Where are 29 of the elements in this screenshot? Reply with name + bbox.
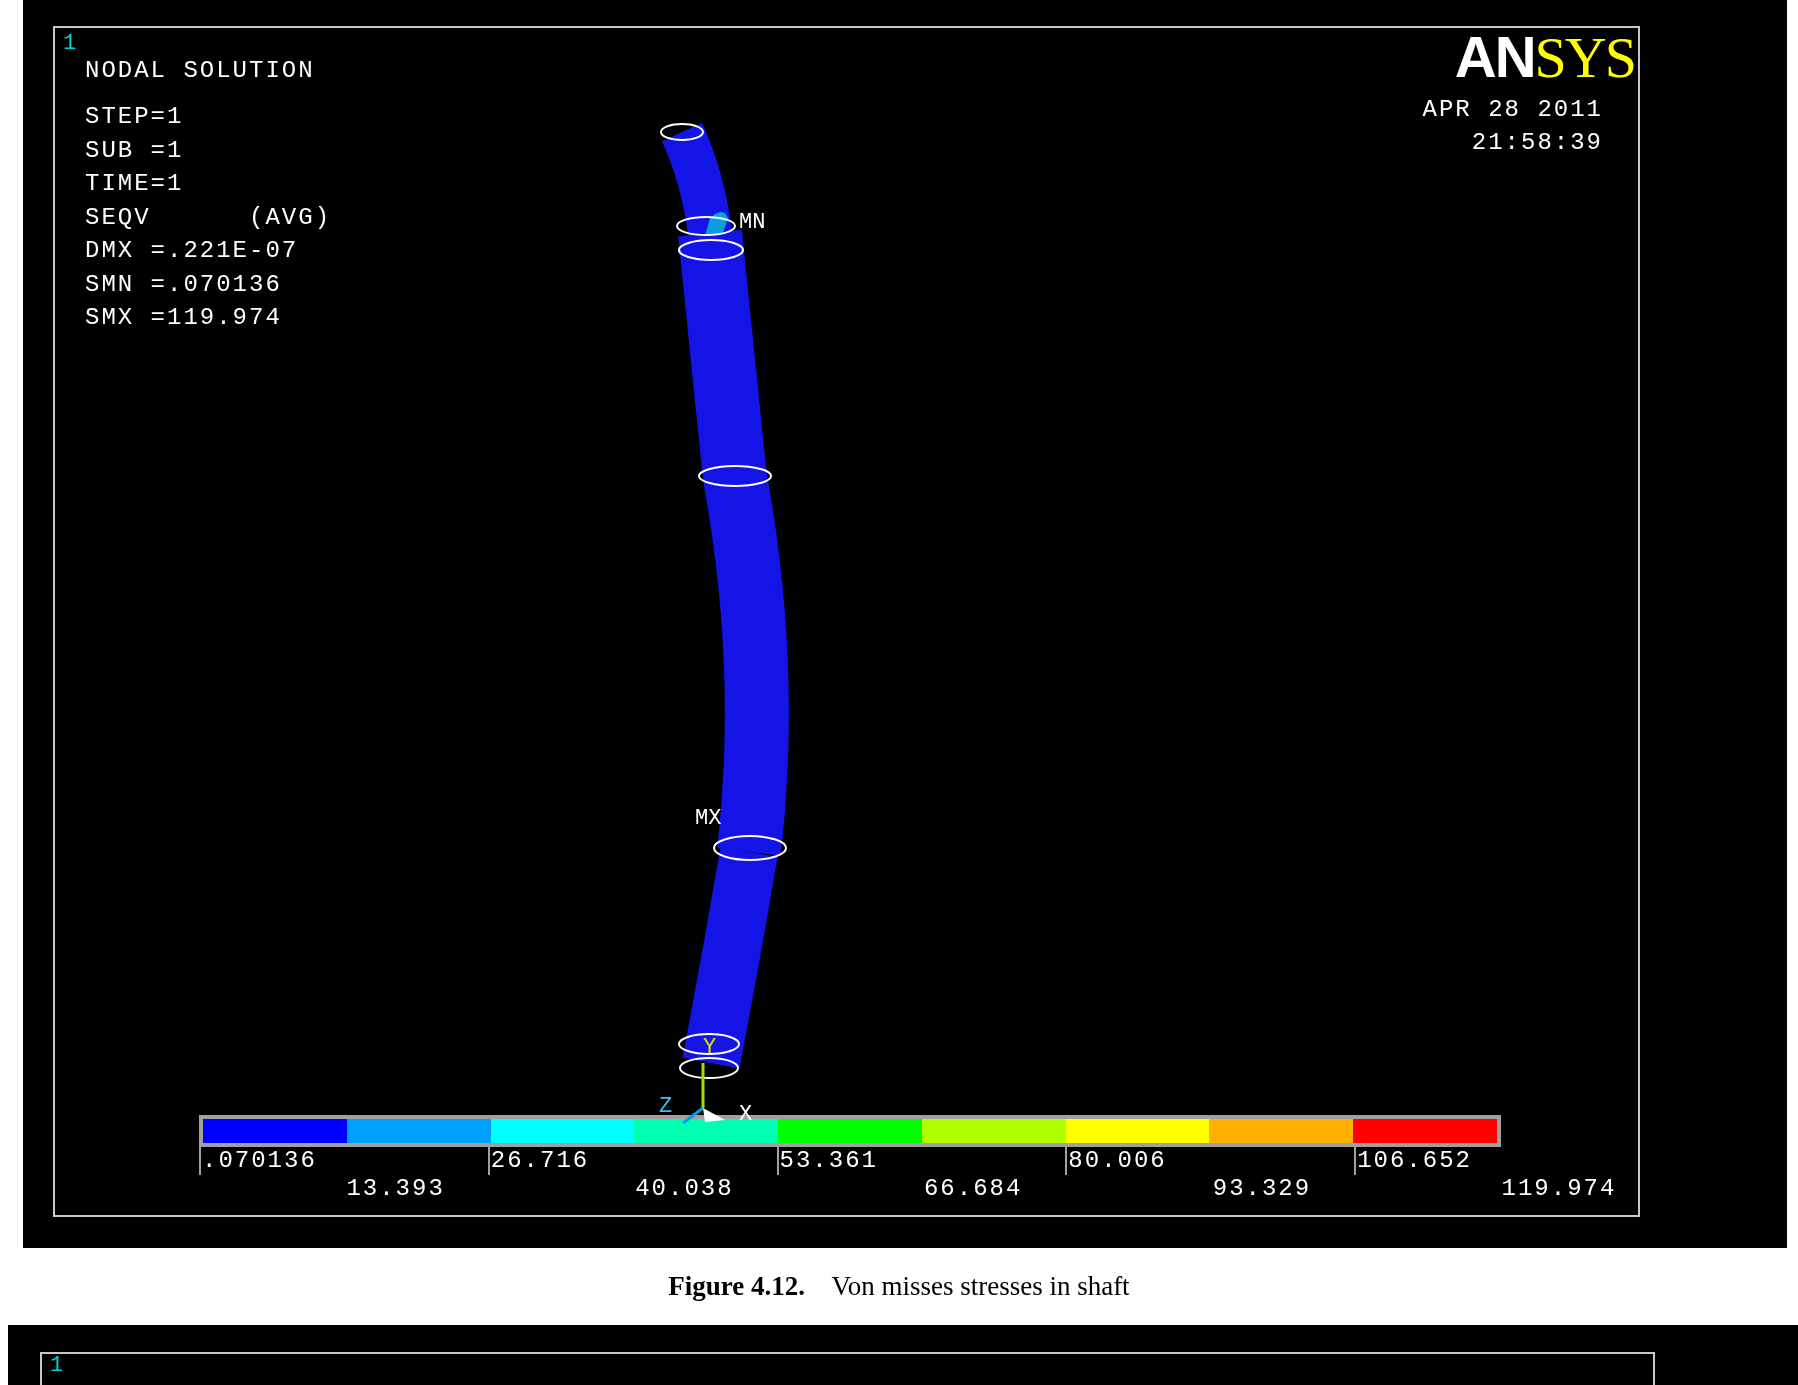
x-axis-label: X bbox=[739, 1102, 753, 1127]
result-info-line: STEP=1 bbox=[85, 102, 184, 132]
axis-triad-drawing bbox=[682, 1063, 725, 1125]
plot-title: NODAL SOLUTION bbox=[85, 56, 315, 86]
ansys-logo: ANSYS bbox=[1454, 30, 1635, 85]
legend-value: 40.038 bbox=[634, 1175, 735, 1203]
result-info-line: SMN =.070136 bbox=[85, 269, 282, 300]
min-marker-label: MN bbox=[739, 210, 766, 235]
result-info-line: SEQV (AVG) bbox=[85, 202, 332, 233]
time-label: 21:58:39 bbox=[1471, 128, 1603, 158]
legend-value: 106.652 bbox=[1354, 1147, 1499, 1175]
result-info-line: SMX =119.974 bbox=[85, 303, 282, 333]
figure-caption: Figure 4.12. Von misses stresses in shaft bbox=[668, 1270, 1130, 1304]
z-axis-label: Z bbox=[659, 1094, 673, 1119]
legend-value: 119.974 bbox=[1500, 1175, 1618, 1203]
legend-value: 66.684 bbox=[922, 1175, 1024, 1203]
date-label: APR 28 2011 bbox=[1422, 95, 1603, 125]
y-axis-label: Y bbox=[703, 1035, 717, 1060]
result-info-line: TIME=1 bbox=[85, 169, 184, 199]
legend-value: 13.393 bbox=[345, 1175, 446, 1203]
result-info-line: DMX =.221E-07 bbox=[85, 236, 299, 266]
legend-value: 80.006 bbox=[1065, 1147, 1210, 1175]
legend-value: 26.716 bbox=[487, 1147, 633, 1175]
legend-value: 93.329 bbox=[1211, 1175, 1313, 1203]
legend-value: 53.361 bbox=[776, 1147, 921, 1175]
result-info-line: SUB =1 bbox=[85, 135, 184, 166]
legend-value: .070136 bbox=[199, 1147, 344, 1175]
window-number: 1 bbox=[49, 1354, 64, 1378]
window-number: 1 bbox=[63, 32, 77, 56]
